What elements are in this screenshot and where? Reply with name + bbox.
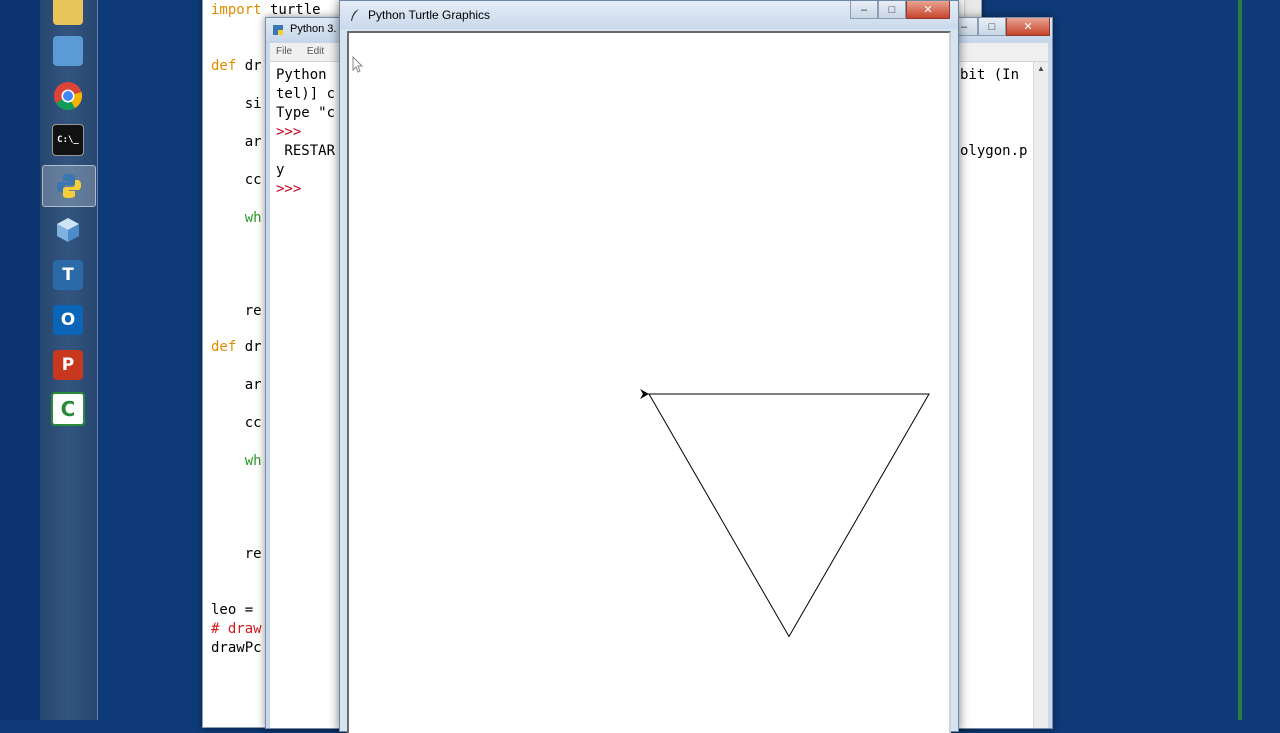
taskbar-control-panel[interactable] <box>42 31 94 71</box>
chrome-icon <box>54 82 83 110</box>
python-icon <box>273 25 283 35</box>
shell-output-line: Type "c <box>276 105 336 121</box>
turtle-window-title: Python Turtle Graphics <box>368 8 491 22</box>
turtle-canvas[interactable] <box>347 31 951 733</box>
turtle-window-controls: – □ ✕ <box>850 1 950 19</box>
shell-window-controls: – □ ✕ <box>950 18 1050 36</box>
code-text: si <box>211 96 262 112</box>
turtle-drawing <box>640 389 930 638</box>
editor-code-line: re <box>211 545 262 564</box>
code-text: re <box>211 303 262 319</box>
teamviewer-icon: T <box>53 260 83 290</box>
python-icon <box>57 174 81 198</box>
shell-title: Python 3. <box>290 23 337 35</box>
code-text: leo = <box>211 602 254 618</box>
code-text: # draw <box>211 621 262 637</box>
editor-code-line: ar <box>211 376 262 395</box>
code-text: ar <box>211 377 262 393</box>
taskbar-teamviewer[interactable]: T <box>42 255 94 295</box>
editor-code-line: drawPc <box>211 639 262 658</box>
editor-code-line: wh <box>211 452 262 471</box>
outlook-icon: O <box>53 305 83 335</box>
taskbar-file-explorer[interactable] <box>42 0 94 30</box>
shell-output-line: olygon.p <box>960 143 1028 159</box>
shell-output-line: tel)] c <box>276 86 336 102</box>
editor-code-line: ar <box>211 133 262 152</box>
powerpoint-icon: P <box>53 350 83 380</box>
taskbar-command-prompt[interactable]: C:\_ <box>42 120 94 160</box>
taskbar-virtualbox[interactable] <box>42 210 94 250</box>
turtle-cursor-icon <box>640 389 649 399</box>
code-text: wh <box>211 210 262 226</box>
code-keyword: def <box>211 339 237 355</box>
taskbar-camtasia[interactable]: C <box>42 389 94 429</box>
folder-icon <box>53 0 83 25</box>
shell-prompt: >>> <box>276 181 302 197</box>
code-text: ar <box>211 134 262 150</box>
taskbar-python[interactable] <box>42 165 96 207</box>
shell-output-line: y <box>276 162 285 178</box>
cube-icon <box>57 218 79 242</box>
minimize-button[interactable]: – <box>850 1 878 19</box>
control-panel-icon <box>53 36 83 66</box>
triangle-path <box>648 393 930 638</box>
mouse-pointer-icon <box>352 56 364 73</box>
close-button[interactable]: ✕ <box>906 1 950 19</box>
editor-code-line: si <box>211 95 262 114</box>
desktop-left-edge <box>0 0 40 720</box>
camtasia-icon: C <box>51 392 85 426</box>
shell-prompt: >>> <box>276 124 302 140</box>
menu-edit[interactable]: Edit <box>301 43 330 60</box>
editor-code-line: def dr <box>211 57 262 76</box>
editor-code-line: cc <box>211 414 262 433</box>
taskbar-chrome[interactable] <box>42 76 94 116</box>
editor-code-line: # draw <box>211 620 262 639</box>
code-keyword: def <box>211 58 237 74</box>
turtle-graphics-window[interactable]: Python Turtle Graphics – □ ✕ <box>339 0 959 733</box>
code-keyword: import <box>211 2 262 18</box>
editor-code-line: cc <box>211 171 262 190</box>
code-text: dr <box>236 339 262 355</box>
desktop-right-edge <box>1238 0 1242 720</box>
taskbar-outlook[interactable]: O <box>42 300 94 340</box>
shell-output-line: Python <box>276 67 327 83</box>
code-text: wh <box>211 453 262 469</box>
maximize-button[interactable]: □ <box>878 1 906 19</box>
taskbar: C:\_ T O P C <box>40 0 98 720</box>
scroll-up-arrow-icon[interactable]: ▲ <box>1034 62 1048 76</box>
code-text: turtle <box>261 2 321 18</box>
shell-output-line: RESTAR <box>276 143 336 159</box>
command-prompt-icon: C:\_ <box>52 124 84 156</box>
close-button[interactable]: ✕ <box>1006 18 1050 36</box>
code-text: drawPc <box>211 640 262 656</box>
editor-code-line: re <box>211 302 262 321</box>
shell-output-line: bit (In <box>960 67 1020 83</box>
editor-code-line: def dr <box>211 338 262 357</box>
code-text: cc <box>211 172 262 188</box>
editor-code-line: leo = <box>211 601 253 620</box>
feather-icon <box>351 9 359 21</box>
editor-code-line: wh <box>211 209 262 228</box>
code-text: re <box>211 546 262 562</box>
taskbar-powerpoint[interactable]: P <box>42 345 94 385</box>
menu-file[interactable]: File <box>270 43 298 60</box>
shell-scrollbar[interactable]: ▲ <box>1033 62 1048 728</box>
turtle-title-bar[interactable]: Python Turtle Graphics – □ ✕ <box>340 1 958 29</box>
code-text: dr <box>236 58 262 74</box>
code-text: cc <box>211 415 262 431</box>
maximize-button[interactable]: □ <box>978 18 1006 36</box>
